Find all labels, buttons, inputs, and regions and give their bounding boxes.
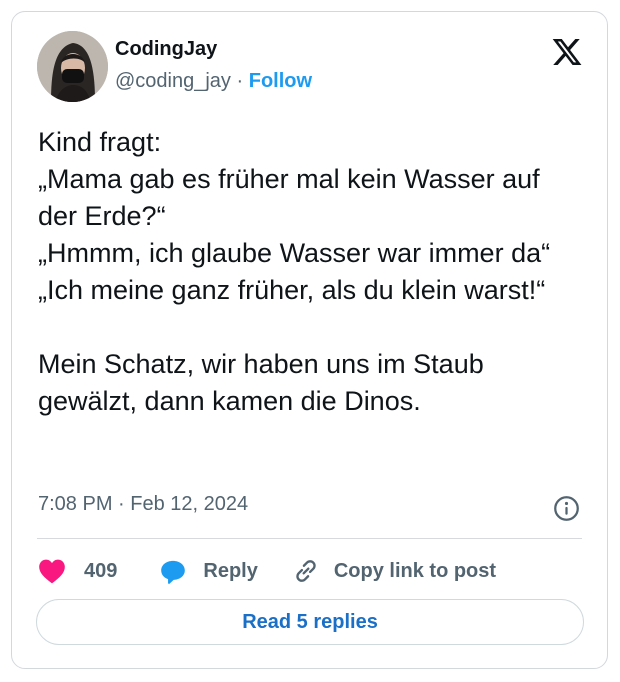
- likes-count: 409: [84, 559, 118, 582]
- copy-link-button[interactable]: Copy link to post: [292, 557, 496, 585]
- author-handle-row: @coding_jay · Follow: [115, 70, 312, 93]
- tweet-timestamp[interactable]: 7:08 PM · Feb 12, 2024: [38, 493, 248, 516]
- tweet-line: „Hmmm, ich glaube Wasser war immer da“: [38, 238, 551, 268]
- tweet-line: Mein Schatz, wir haben uns im Staub gewä…: [38, 349, 484, 416]
- heart-icon: [39, 559, 65, 584]
- tweet-date: Feb 12, 2024: [130, 493, 249, 515]
- tweet-text: Kind fragt: „Mama gab es früher mal kein…: [38, 124, 578, 420]
- author-handle[interactable]: @coding_jay: [115, 70, 231, 92]
- divider: [37, 538, 582, 539]
- reply-label: Reply: [203, 559, 258, 582]
- avatar-image: [37, 31, 108, 102]
- speech-bubble-icon: [161, 560, 186, 584]
- read-replies-button[interactable]: Read 5 replies: [36, 599, 584, 645]
- tweet-line: Kind fragt:: [38, 127, 162, 157]
- x-logo-icon[interactable]: [551, 36, 583, 68]
- tweet-time: 7:08 PM: [38, 493, 113, 515]
- tweet-line: „Ich meine ganz früher, als du klein war…: [38, 275, 546, 305]
- info-icon[interactable]: [553, 495, 580, 522]
- action-bar: 409 Reply Copy link to post: [38, 553, 496, 589]
- handle-separator: ·: [236, 70, 244, 92]
- follow-button[interactable]: Follow: [249, 70, 312, 92]
- read-replies-label: Read 5 replies: [242, 610, 378, 633]
- reply-button[interactable]: Reply: [159, 558, 258, 585]
- link-icon: [296, 560, 316, 582]
- timestamp-separator: ·: [118, 493, 125, 515]
- author-name[interactable]: CodingJay: [115, 38, 217, 61]
- tweet-line: „Mama gab es früher mal kein Wasser auf …: [38, 164, 540, 231]
- tweet-card: CodingJay @coding_jay · Follow Kind frag…: [11, 11, 608, 669]
- copy-link-label: Copy link to post: [333, 559, 497, 582]
- like-button[interactable]: 409: [38, 558, 117, 584]
- avatar[interactable]: [37, 31, 108, 102]
